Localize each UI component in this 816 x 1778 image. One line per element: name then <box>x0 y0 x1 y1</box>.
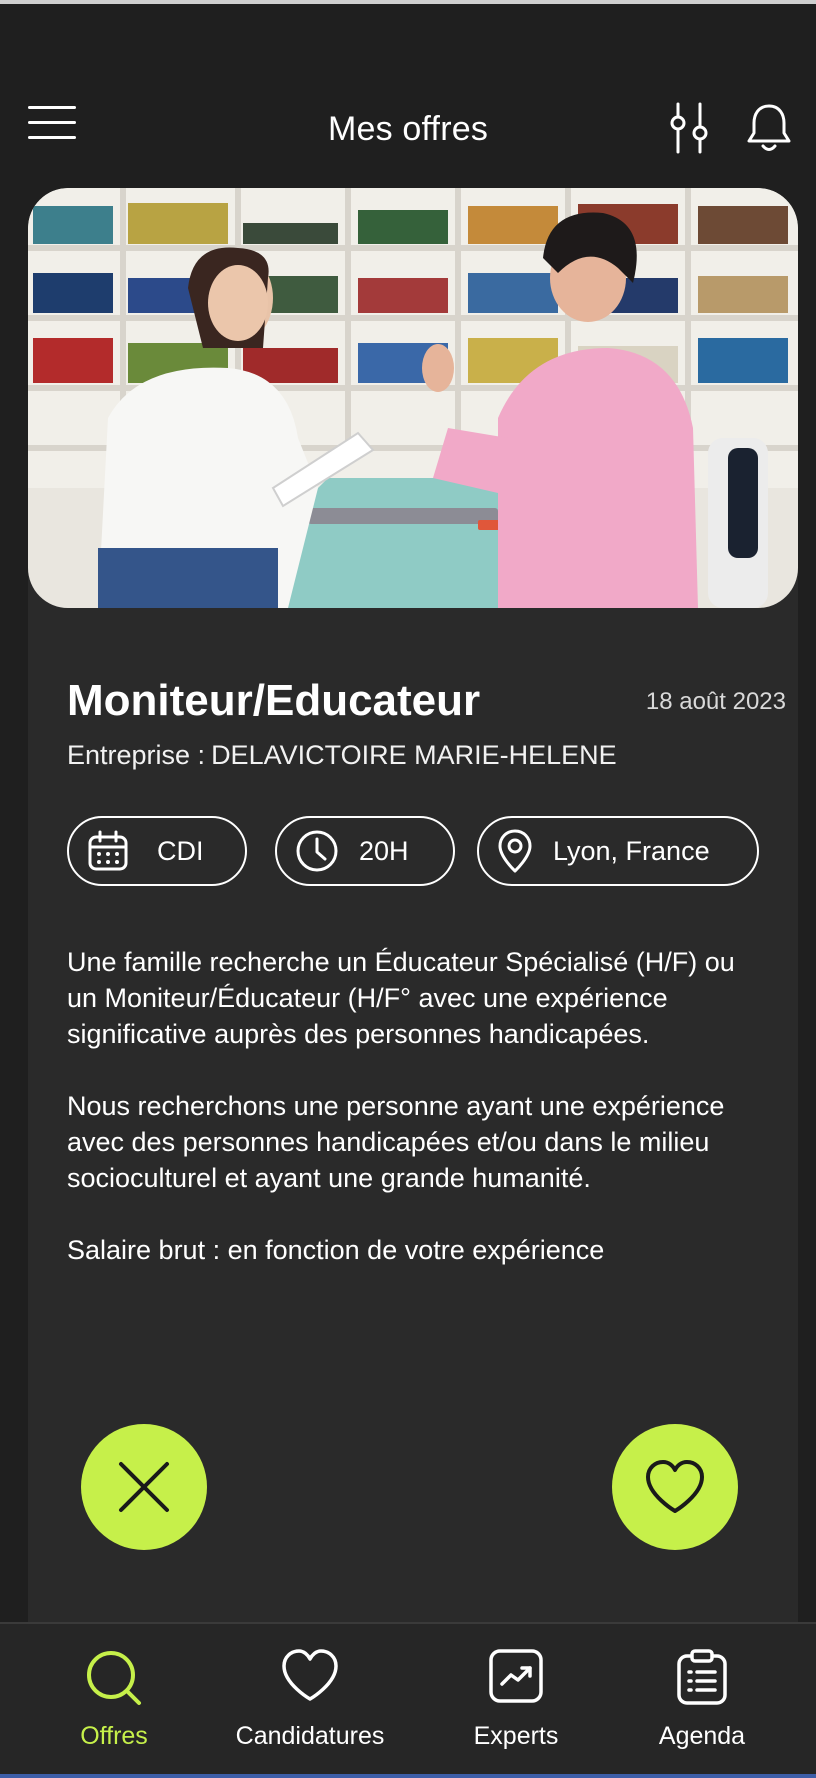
notifications-button[interactable] <box>744 102 794 154</box>
tab-candidatures[interactable]: Candidatures <box>220 1648 400 1758</box>
map-pin-icon <box>498 829 532 873</box>
clock-icon <box>296 830 338 872</box>
sliders-icon <box>670 102 708 154</box>
description-paragraph: Nous recherchons une personne ayant une … <box>67 1091 725 1193</box>
clipboard-list-icon <box>677 1649 727 1705</box>
tab-experts[interactable]: Experts <box>426 1648 606 1758</box>
tab-agenda[interactable]: Agenda <box>612 1648 792 1758</box>
company-label: Entreprise : <box>67 740 206 770</box>
location-chip: Lyon, France <box>477 816 759 886</box>
hours-label: 20H <box>359 835 409 866</box>
contract-type-chip: CDI <box>67 816 247 886</box>
company-line: Entreprise : DELAVICTOIRE MARIE-HELENE <box>67 740 617 771</box>
bell-icon <box>747 104 791 151</box>
status-bar-edge <box>0 0 816 4</box>
job-photo <box>28 188 798 608</box>
trending-chart-icon <box>489 1649 543 1703</box>
tab-label: Experts <box>473 1722 559 1750</box>
bottom-tab-bar: Offres Candidatures Experts Agenda <box>0 1622 816 1776</box>
description-paragraph: Une famille recherche un Éducateur Spéci… <box>67 947 735 1049</box>
home-indicator-edge <box>0 1774 816 1778</box>
tab-label: Candidatures <box>235 1722 385 1750</box>
tab-offres[interactable]: Offres <box>24 1648 204 1758</box>
search-icon <box>87 1651 141 1705</box>
job-description: Une famille recherche un Éducateur Spéci… <box>67 944 767 1304</box>
location-label: Lyon, France <box>553 835 710 866</box>
description-paragraph: Salaire brut : en fonction de votre expé… <box>67 1235 605 1265</box>
library-scene-image <box>28 188 798 608</box>
job-offer-card[interactable]: Moniteur/Educateur 18 août 2023 Entrepri… <box>28 188 798 1628</box>
company-name: DELAVICTOIRE MARIE-HELENE <box>211 740 617 770</box>
calendar-icon <box>88 830 128 871</box>
menu-line <box>28 106 76 109</box>
close-icon <box>119 1462 169 1512</box>
hours-chip: 20H <box>275 816 455 886</box>
app-header: Mes offres <box>0 90 816 170</box>
heart-icon <box>646 1460 704 1513</box>
job-title: Moniteur/Educateur <box>67 676 481 725</box>
tab-label: Agenda <box>658 1722 746 1750</box>
tab-label: Offres <box>80 1722 148 1750</box>
posting-date: 18 août 2023 <box>645 688 786 715</box>
reject-button[interactable] <box>81 1424 207 1550</box>
like-button[interactable] <box>612 1424 738 1550</box>
contract-type-label: CDI <box>157 835 204 866</box>
heart-icon <box>282 1649 338 1701</box>
filter-button[interactable] <box>668 102 712 154</box>
